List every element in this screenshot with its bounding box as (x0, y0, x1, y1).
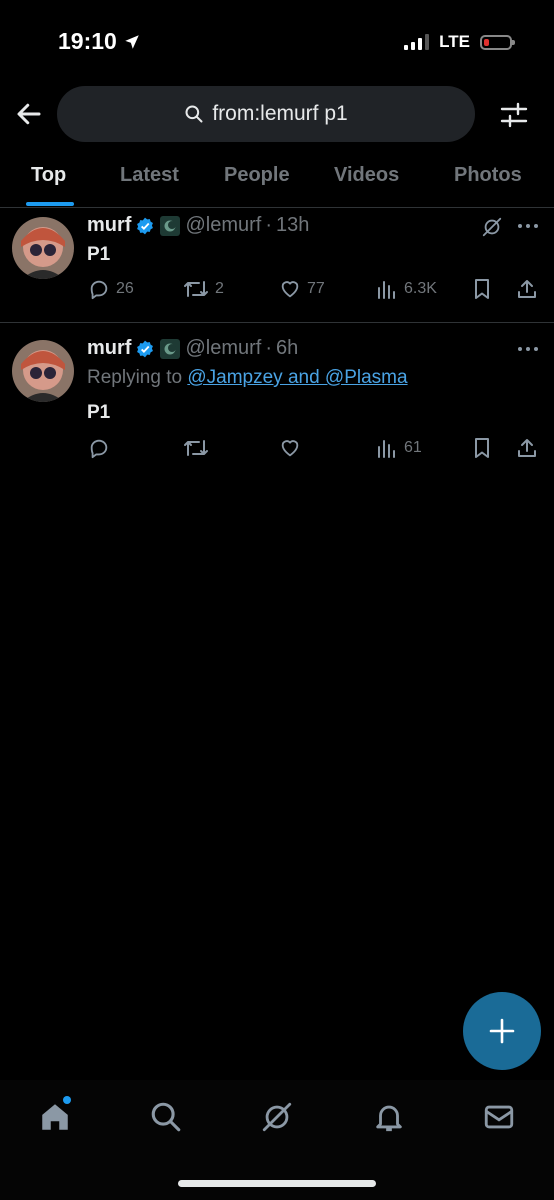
verified-badge-icon (137, 217, 154, 234)
reply-button[interactable] (88, 437, 110, 459)
battery-icon (480, 34, 515, 50)
tab-people[interactable]: People (224, 164, 290, 187)
display-name[interactable]: murf (87, 337, 131, 360)
handle[interactable]: @lemurf (185, 337, 261, 360)
tweet-actions: 61 (0, 437, 554, 465)
views-button[interactable]: 6.3K (376, 278, 437, 300)
more-options-button[interactable] (517, 339, 539, 359)
avatar[interactable] (12, 340, 74, 402)
reply-count: 26 (116, 280, 134, 297)
search-input[interactable]: from:lemurf p1 (57, 86, 475, 142)
arrow-left-icon (17, 103, 41, 125)
more-options-button[interactable] (517, 216, 539, 236)
tab-videos[interactable]: Videos (334, 164, 399, 187)
share-icon (518, 280, 536, 298)
more-dots-icon (518, 224, 538, 228)
share-button[interactable] (516, 278, 538, 300)
plus-icon (489, 1018, 515, 1044)
heart-icon (281, 281, 299, 298)
retweet-icon (184, 440, 208, 456)
nav-notifications[interactable] (372, 1100, 406, 1134)
avatar-image (12, 340, 74, 402)
handle[interactable]: @lemurf (185, 214, 261, 237)
retweet-count: 2 (215, 280, 224, 297)
grok-button[interactable] (481, 216, 503, 238)
nav-grok[interactable] (260, 1100, 294, 1134)
view-count: 61 (404, 439, 422, 456)
verified-badge-icon (137, 340, 154, 357)
tweet-header: murf @lemurf · 13h (87, 214, 309, 237)
location-arrow-icon (125, 34, 139, 49)
home-indicator-bar[interactable] (178, 1180, 376, 1187)
affiliate-badge-icon (160, 338, 181, 359)
more-dots-icon (518, 347, 538, 351)
nav-messages[interactable] (482, 1100, 516, 1134)
timestamp[interactable]: 6h (276, 337, 298, 360)
retweet-button[interactable] (183, 437, 209, 459)
search-tabs: Top Latest People Videos Photos (0, 150, 554, 206)
nav-home[interactable] (38, 1100, 72, 1134)
tab-photos[interactable]: Photos (454, 164, 522, 187)
share-icon (518, 439, 536, 457)
bell-icon (376, 1105, 402, 1132)
avatar-image (12, 217, 74, 279)
replying-to-link[interactable]: @Jampzey and @Plasma (187, 367, 407, 388)
bookmark-button[interactable] (472, 437, 492, 459)
home-icon (42, 1104, 68, 1130)
tweet-actions: 26 2 77 6.3K (0, 278, 554, 306)
views-chart-icon (378, 440, 395, 458)
reply-button[interactable]: 26 (88, 278, 134, 300)
sliders-icon (500, 102, 528, 128)
bookmark-button[interactable] (472, 278, 492, 300)
like-button[interactable] (279, 437, 301, 459)
reply-icon (90, 439, 108, 459)
tab-latest[interactable]: Latest (120, 164, 179, 187)
filter-button[interactable] (499, 100, 529, 130)
separator-dot: · (265, 214, 272, 236)
bookmark-icon (475, 438, 489, 458)
status-indicators: LTE (404, 32, 515, 52)
retweet-button[interactable]: 2 (183, 278, 224, 300)
divider (0, 207, 554, 208)
grok-icon (482, 217, 502, 237)
views-chart-icon (378, 281, 395, 299)
reply-icon (90, 280, 108, 300)
grok-icon (262, 1102, 292, 1132)
status-time: 19:10 (58, 28, 141, 55)
active-tab-indicator (26, 202, 74, 206)
nav-search[interactable] (149, 1100, 183, 1134)
divider (0, 322, 554, 323)
search-icon (151, 1102, 181, 1132)
tab-top[interactable]: Top (31, 164, 66, 187)
clock: 19:10 (58, 28, 117, 54)
timestamp[interactable]: 13h (276, 214, 309, 237)
replying-prefix: Replying to (87, 367, 183, 388)
heart-icon (281, 440, 299, 457)
like-button[interactable]: 77 (279, 278, 325, 300)
envelope-icon (484, 1105, 514, 1129)
share-button[interactable] (516, 437, 538, 459)
affiliate-badge-icon (160, 215, 181, 236)
tweet-text: P1 (87, 244, 111, 265)
tweet-text: P1 (87, 402, 111, 423)
network-label: LTE (439, 32, 470, 51)
view-count: 6.3K (404, 280, 437, 297)
display-name[interactable]: murf (87, 214, 131, 237)
like-count: 77 (307, 280, 325, 297)
tweet-header: murf @lemurf · 6h (87, 337, 298, 360)
search-icon (185, 105, 203, 123)
back-button[interactable] (14, 99, 44, 129)
home-notification-dot (63, 1096, 71, 1104)
bookmark-icon (475, 279, 489, 299)
replying-to-line: Replying to @Jampzey and @Plasma (87, 367, 408, 389)
avatar[interactable] (12, 217, 74, 279)
retweet-icon (184, 281, 208, 297)
separator-dot: · (265, 337, 272, 359)
compose-button[interactable] (463, 992, 541, 1070)
views-button[interactable]: 61 (376, 437, 422, 459)
search-query: from:lemurf p1 (212, 102, 348, 125)
signal-icon (404, 34, 430, 50)
